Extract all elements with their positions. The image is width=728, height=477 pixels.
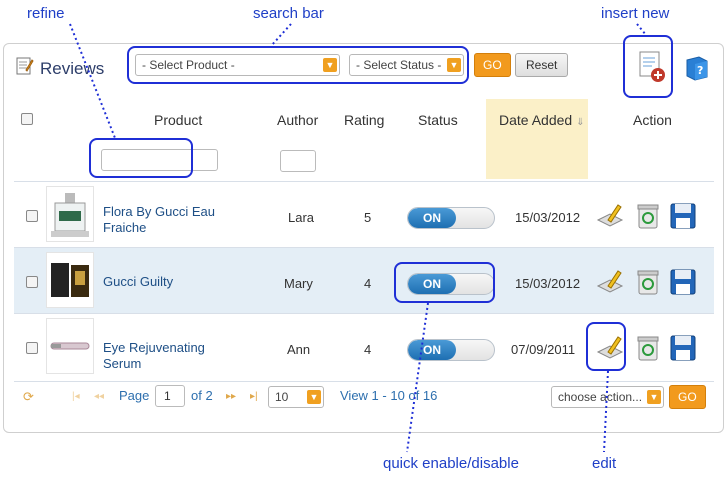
author-cell: Ann	[287, 342, 311, 357]
bulk-action-value: choose action...	[558, 390, 643, 404]
annotation-box-search-bar	[127, 46, 469, 84]
table-row: Gucci Guilty Mary 4 ON 15/03/2012	[14, 247, 714, 313]
header-product[interactable]: Product	[154, 112, 202, 128]
chevron-down-icon: ▼	[307, 390, 321, 404]
row-checkbox[interactable]	[26, 276, 38, 288]
header-status[interactable]: Status	[418, 112, 458, 128]
footer-divider	[14, 381, 714, 382]
refresh-icon[interactable]: ⟳	[23, 389, 34, 405]
product-thumbnail	[46, 252, 94, 308]
first-page-icon[interactable]: |◂	[72, 391, 80, 402]
panel-header: Reviews	[14, 56, 104, 81]
annotation-box-insert-new	[623, 35, 673, 98]
annotation-insert-new: insert new	[601, 5, 670, 22]
help-book-icon[interactable]: ?	[684, 55, 710, 86]
rating-cell: 4	[364, 276, 372, 291]
header-action: Action	[633, 112, 672, 128]
annotation-refine: refine	[27, 5, 65, 22]
edit-icon[interactable]	[596, 202, 624, 230]
per-page-value: 10	[275, 390, 289, 404]
next-page-icon[interactable]: ▸▸	[226, 391, 236, 402]
save-icon[interactable]	[669, 334, 697, 362]
svg-text:?: ?	[697, 64, 703, 77]
notepad-icon	[14, 56, 34, 81]
page-number-input[interactable]: 1	[155, 385, 185, 407]
annotation-edit: edit	[592, 455, 617, 472]
annotation-quick-toggle: quick enable/disable	[383, 455, 519, 472]
page-count-label: of 2	[191, 388, 213, 403]
chevron-down-icon: ▼	[647, 390, 661, 404]
prev-page-icon[interactable]: ◂◂	[94, 391, 104, 402]
edit-icon[interactable]	[596, 268, 624, 296]
select-all-checkbox[interactable]	[21, 113, 33, 125]
row-checkbox[interactable]	[26, 210, 38, 222]
annotation-box-quick-toggle	[394, 262, 495, 303]
header-rating[interactable]: Rating	[344, 112, 384, 128]
last-page-icon[interactable]: ▸|	[250, 391, 258, 402]
annotation-box-edit	[586, 322, 626, 371]
page-label: Page	[119, 388, 150, 403]
sort-down-icon: ⇓	[576, 117, 585, 128]
product-link[interactable]: Gucci Guilty	[103, 274, 243, 290]
table-row: Flora By Gucci Eau Fraiche Lara 5 ON 15/…	[14, 181, 714, 247]
date-column-highlight	[486, 99, 588, 179]
reset-button[interactable]: Reset	[515, 53, 569, 77]
row-checkbox[interactable]	[26, 342, 38, 354]
reviews-panel: Reviews - Select Product - ▼ - Select St…	[3, 43, 724, 433]
product-link[interactable]: Flora By Gucci Eau Fraiche	[103, 204, 243, 236]
page-number-value: 1	[164, 389, 171, 403]
go-button[interactable]: GO	[474, 53, 511, 77]
delete-recycle-icon[interactable]	[634, 202, 662, 230]
bulk-go-button[interactable]: GO	[669, 385, 706, 409]
delete-recycle-icon[interactable]	[634, 268, 662, 296]
delete-recycle-icon[interactable]	[634, 334, 662, 362]
date-cell: 15/03/2012	[515, 210, 581, 225]
save-icon[interactable]	[669, 268, 697, 296]
author-cell: Mary	[284, 276, 313, 291]
header-date-added-label: Date Added	[499, 112, 573, 128]
rating-cell: 5	[364, 210, 372, 225]
header-author[interactable]: Author	[277, 112, 318, 128]
status-toggle[interactable]: ON	[407, 339, 495, 361]
date-cell: 07/09/2011	[511, 342, 576, 357]
view-range-text: View 1 - 10 of 16	[340, 388, 438, 403]
header-date-added[interactable]: Date Added ⇓	[499, 112, 584, 128]
annotation-box-refine	[89, 138, 193, 178]
annotation-search-bar: search bar	[253, 5, 324, 22]
product-thumbnail	[46, 186, 94, 242]
page-title: Reviews	[40, 58, 105, 78]
product-thumbnail	[46, 318, 94, 374]
status-toggle-label: ON	[408, 340, 456, 360]
status-toggle[interactable]: ON	[407, 207, 495, 229]
bulk-action-select[interactable]: choose action... ▼	[551, 386, 664, 408]
date-cell: 15/03/2012	[515, 276, 581, 291]
per-page-select[interactable]: 10 ▼	[268, 386, 324, 408]
author-filter-input[interactable]	[280, 150, 316, 172]
status-toggle-label: ON	[408, 208, 456, 228]
author-cell: Lara	[288, 210, 315, 225]
product-link[interactable]: Eye Rejuvenating Serum	[103, 340, 243, 372]
rating-cell: 4	[364, 342, 372, 357]
save-icon[interactable]	[669, 202, 697, 230]
